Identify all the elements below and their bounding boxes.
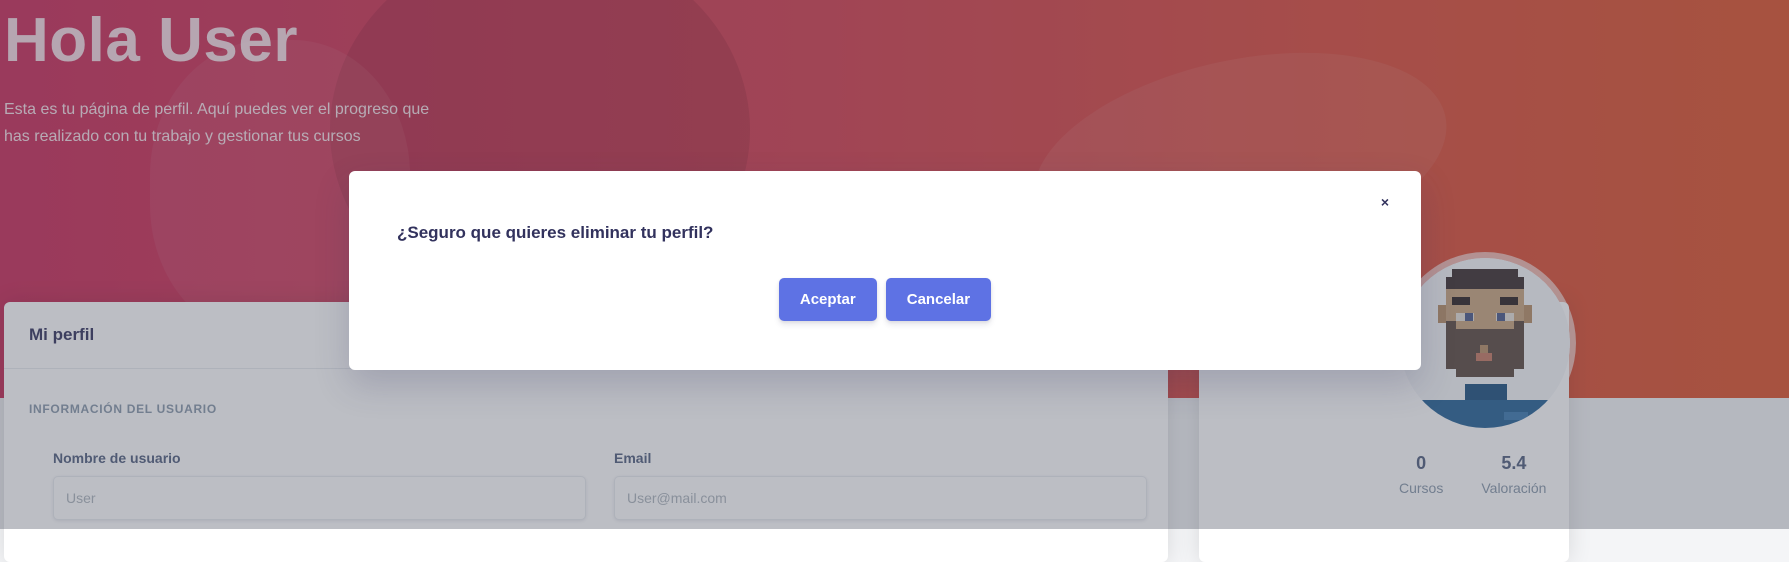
delete-profile-dialog: × ¿Seguro que quieres eliminar tu perfil… [349,171,1421,370]
dialog-actions: Aceptar Cancelar [349,278,1421,321]
cancel-button[interactable]: Cancelar [885,278,992,321]
accept-button[interactable]: Aceptar [778,278,877,321]
dialog-message: ¿Seguro que quieres eliminar tu perfil? [397,223,714,242]
close-icon[interactable]: × [1381,195,1389,209]
